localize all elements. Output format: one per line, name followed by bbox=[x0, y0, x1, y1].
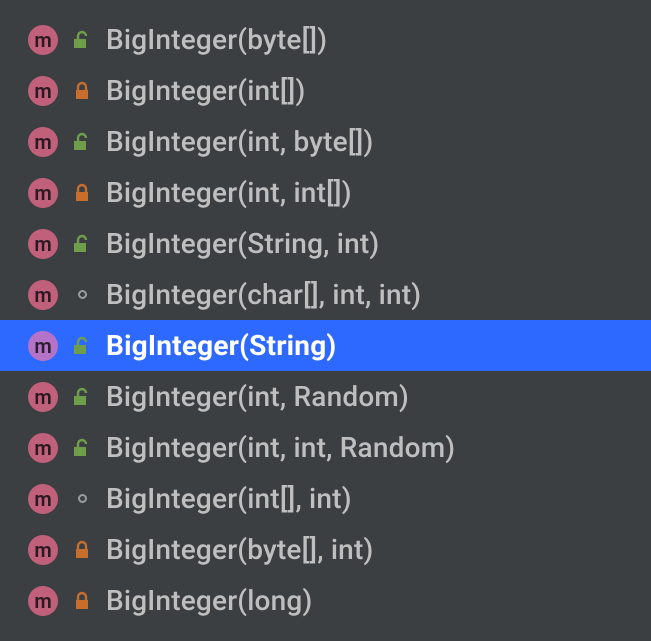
completion-item[interactable]: m BigInteger(int[]) bbox=[0, 65, 651, 116]
method-icon: m bbox=[28, 382, 58, 412]
lock-icon bbox=[72, 183, 92, 203]
completion-item[interactable]: m BigInteger(String) bbox=[0, 320, 651, 371]
completion-item-label: BigInteger(byte[]) bbox=[106, 23, 327, 56]
completion-item-label: BigInteger(String, int) bbox=[106, 227, 379, 260]
completion-item-label: BigInteger(int, int, Random) bbox=[106, 431, 455, 464]
method-icon: m bbox=[28, 331, 58, 361]
completion-item-label: BigInteger(byte[], int) bbox=[106, 533, 373, 566]
completion-item-label: BigInteger(int, byte[]) bbox=[106, 125, 373, 158]
method-icon: m bbox=[28, 25, 58, 55]
completion-item[interactable]: m BigInteger(byte[], int) bbox=[0, 524, 651, 575]
method-icon: m bbox=[28, 535, 58, 565]
unlock-icon bbox=[72, 438, 92, 458]
method-icon: m bbox=[28, 433, 58, 463]
unlock-icon bbox=[72, 132, 92, 152]
completion-item[interactable]: m BigInteger(int, Random) bbox=[0, 371, 651, 422]
completion-item[interactable]: m BigInteger(long) bbox=[0, 575, 651, 626]
completion-item-label: BigInteger(char[], int, int) bbox=[106, 278, 421, 311]
completion-item[interactable]: m BigInteger(int, int[]) bbox=[0, 167, 651, 218]
unlock-icon bbox=[72, 336, 92, 356]
completion-item[interactable]: m BigInteger(char[], int, int) bbox=[0, 269, 651, 320]
method-icon: m bbox=[28, 76, 58, 106]
completion-item-label: BigInteger(String) bbox=[106, 329, 336, 362]
completion-item-label: BigInteger(int[]) bbox=[106, 74, 305, 107]
method-icon: m bbox=[28, 178, 58, 208]
lock-icon bbox=[72, 591, 92, 611]
completion-item-label: BigInteger(int, Random) bbox=[106, 380, 409, 413]
unlock-icon bbox=[72, 30, 92, 50]
completion-item-label: BigInteger(long) bbox=[106, 584, 312, 617]
lock-icon bbox=[72, 81, 92, 101]
completion-item[interactable]: m BigInteger(byte[]) bbox=[0, 14, 651, 65]
completion-item-label: BigInteger(int[], int) bbox=[106, 482, 352, 515]
package-visibility-icon bbox=[72, 489, 92, 509]
method-icon: m bbox=[28, 586, 58, 616]
completion-item[interactable]: m BigInteger(String, int) bbox=[0, 218, 651, 269]
method-icon: m bbox=[28, 484, 58, 514]
unlock-icon bbox=[72, 387, 92, 407]
package-visibility-icon bbox=[72, 285, 92, 305]
lock-icon bbox=[72, 540, 92, 560]
completion-item[interactable]: m BigInteger(int[], int) bbox=[0, 473, 651, 524]
completion-item[interactable]: m BigInteger(int, int, Random) bbox=[0, 422, 651, 473]
method-icon: m bbox=[28, 280, 58, 310]
method-icon: m bbox=[28, 127, 58, 157]
completion-item-label: BigInteger(int, int[]) bbox=[106, 176, 352, 209]
completion-popup: m BigInteger(byte[]) m BigInteger(int[]) m Bi… bbox=[0, 0, 651, 641]
method-icon: m bbox=[28, 229, 58, 259]
unlock-icon bbox=[72, 234, 92, 254]
completion-item[interactable]: m BigInteger(int, byte[]) bbox=[0, 116, 651, 167]
